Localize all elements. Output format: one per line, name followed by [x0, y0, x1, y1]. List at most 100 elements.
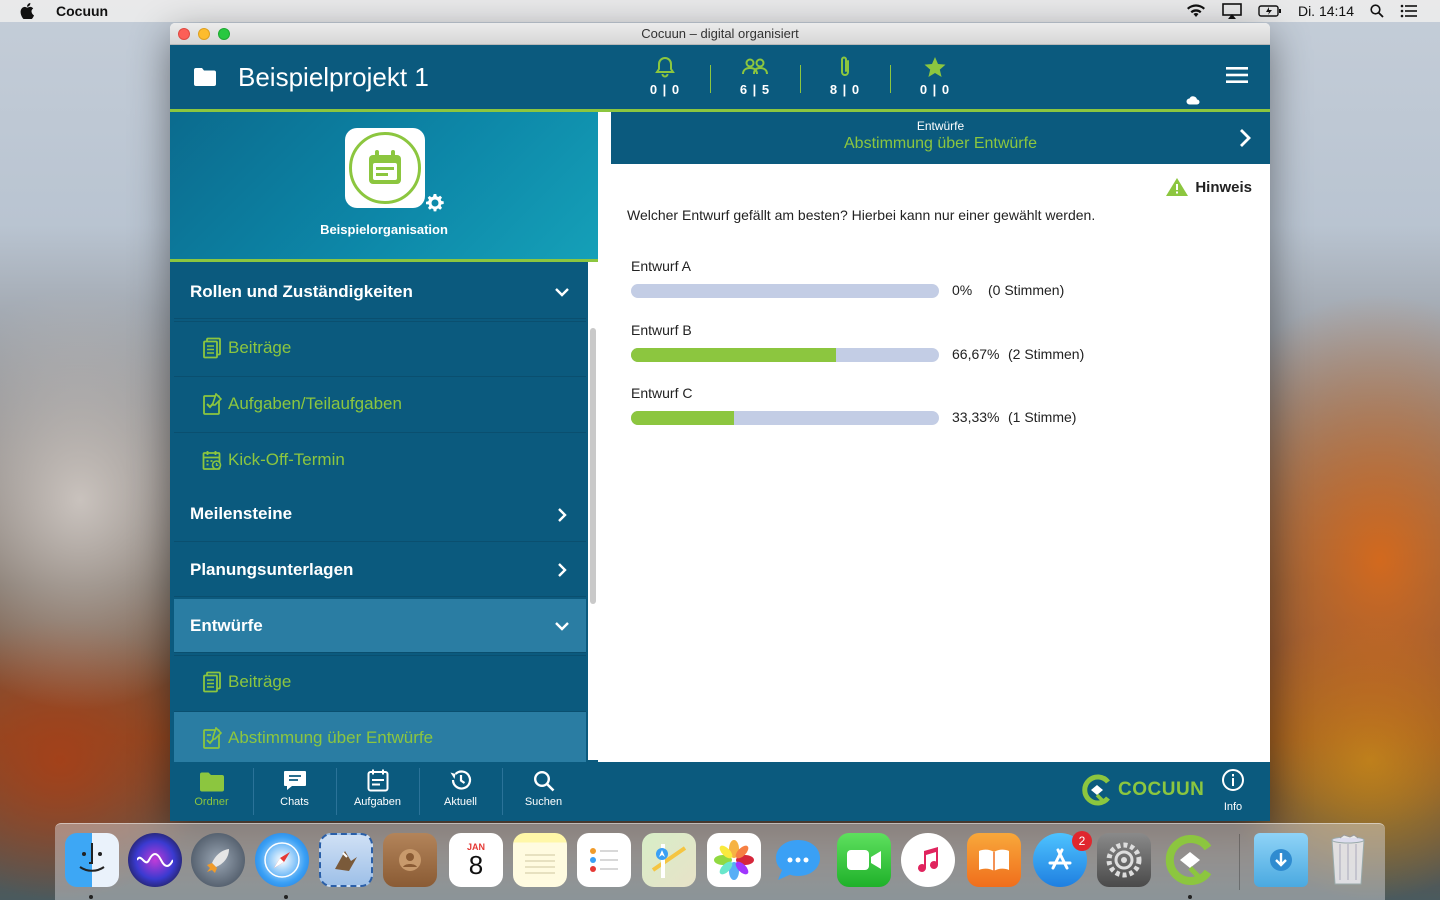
mail-icon[interactable]	[319, 833, 373, 887]
chevron-right-icon[interactable]	[1238, 128, 1252, 148]
poll-option-bar-fill	[631, 411, 734, 425]
sidebar-item-beitraege-2[interactable]: Beiträge	[174, 654, 586, 709]
sidebar-item-planungsunterlagen[interactable]: Planungsunterlagen	[174, 543, 586, 598]
star-icon	[924, 57, 946, 77]
poll-option-a[interactable]: Entwurf A 0% (0 Stimmen)	[631, 258, 1251, 298]
menubar-clock[interactable]: Di. 14:14	[1298, 3, 1354, 19]
downloads-folder-icon[interactable]	[1254, 833, 1308, 887]
macos-dock: JAN 8 2	[55, 823, 1385, 900]
macos-menubar: Cocuun Di. 14:14	[0, 0, 1440, 22]
calendar-app-icon[interactable]: JAN 8	[449, 833, 503, 887]
sidebar-item-entwuerfe[interactable]: Entwürfe	[174, 599, 586, 654]
history-icon	[450, 770, 471, 790]
chevron-down-icon	[555, 288, 569, 297]
info-label: Info	[1223, 801, 1243, 813]
maps-icon[interactable]	[642, 833, 696, 887]
chevron-right-icon	[558, 563, 567, 578]
apple-icon[interactable]	[20, 3, 36, 19]
bottom-nav-aufgaben[interactable]: Aufgaben	[336, 762, 419, 821]
poll-option-bar-fill	[631, 348, 837, 362]
sidebar-item-aufgaben[interactable]: Aufgaben/Teilaufgaben	[174, 376, 586, 431]
bottom-nav-suchen[interactable]: Suchen	[502, 762, 585, 821]
finder-icon[interactable]	[65, 833, 119, 887]
menubar-app-name[interactable]: Cocuun	[56, 3, 108, 19]
bottom-nav-ordner[interactable]: Ordner	[170, 762, 253, 821]
sidebar-item-kick-off[interactable]: Kick-Off-Termin	[174, 432, 586, 487]
poll-option-name: Entwurf B	[631, 322, 692, 338]
gear-icon[interactable]	[426, 194, 444, 212]
stat-notifications[interactable]: 0 | 0	[620, 55, 710, 97]
battery-icon[interactable]	[1258, 5, 1282, 17]
breadcrumb[interactable]: Entwürfe	[611, 112, 1270, 133]
spotlight-icon[interactable]	[1370, 4, 1384, 18]
bottom-nav-label: Aktuell	[443, 796, 478, 808]
stat-favorites-count: 0 | 0	[919, 82, 951, 97]
stat-attachments-count: 8 | 0	[829, 82, 861, 97]
trash-icon[interactable]	[1321, 833, 1375, 887]
running-indicator	[284, 895, 288, 899]
content-header: Entwürfe Abstimmung über Entwürfe	[611, 112, 1270, 164]
calendar-icon	[369, 150, 401, 184]
wifi-icon[interactable]	[1186, 4, 1206, 18]
info-icon	[1222, 769, 1244, 791]
cocuun-app-icon[interactable]	[1163, 833, 1217, 887]
minimize-window-button[interactable]	[198, 28, 210, 40]
header-stats: 0 | 0 6 | 5 8 | 0 0 | 0	[620, 55, 980, 97]
system-preferences-icon[interactable]	[1097, 833, 1151, 887]
bottom-nav-chats[interactable]: Chats	[253, 762, 336, 821]
sidebar-item-label: Meilensteine	[190, 504, 293, 524]
sidebar-item-abstimmung[interactable]: Abstimmung über Entwürfe	[174, 710, 586, 765]
organisation-logo[interactable]	[345, 128, 425, 208]
poll-option-votes: (1 Stimme)	[1008, 409, 1077, 425]
stat-members-count: 6 | 5	[739, 82, 771, 97]
facetime-icon[interactable]	[837, 833, 891, 887]
posts-icon	[203, 337, 221, 359]
sidebar-item-label: Abstimmung über Entwürfe	[228, 728, 434, 747]
ibooks-icon[interactable]	[967, 833, 1021, 887]
launchpad-icon[interactable]	[191, 833, 245, 887]
info-button[interactable]: Info	[1218, 768, 1248, 813]
airplay-icon[interactable]	[1222, 3, 1242, 19]
poll-option-percent: 0%	[952, 282, 973, 298]
poll-option-b[interactable]: Entwurf B 66,67% (2 Stimmen)	[631, 322, 1251, 362]
project-title[interactable]: Beispielprojekt 1	[238, 62, 429, 93]
messages-icon[interactable]	[771, 833, 825, 887]
stat-members[interactable]: 6 | 5	[710, 55, 800, 97]
bottom-nav-label: Chats	[280, 796, 309, 808]
bottom-nav-aktuell[interactable]: Aktuell	[419, 762, 502, 821]
chevron-down-icon	[555, 622, 569, 631]
cocuun-brand: COCUUN	[1082, 774, 1204, 806]
sidebar-item-meilensteine[interactable]: Meilensteine	[174, 487, 586, 542]
zoom-window-button[interactable]	[218, 28, 230, 40]
menu-icon[interactable]	[1226, 67, 1248, 83]
chevron-right-icon	[558, 507, 567, 522]
hint-button[interactable]: Hinweis	[1165, 177, 1252, 197]
sidebar-item-rollen[interactable]: Rollen und Zuständigkeiten	[174, 265, 586, 319]
close-window-button[interactable]	[178, 28, 190, 40]
poll-option-bar	[631, 348, 939, 362]
sidebar-item-label: Entwürfe	[190, 615, 263, 635]
photos-icon[interactable]	[707, 833, 761, 887]
tasks-icon	[367, 769, 388, 792]
folder-icon	[194, 68, 216, 86]
app-header: Beispielprojekt 1 0 | 0 6 | 5 8 | 0 0 | …	[170, 45, 1270, 112]
siri-icon[interactable]	[128, 833, 182, 887]
notification-center-icon[interactable]	[1400, 4, 1418, 18]
content-pane: Entwürfe Abstimmung über Entwürfe Hinwei…	[611, 112, 1270, 762]
contacts-icon[interactable]	[383, 833, 437, 887]
notes-icon[interactable]	[513, 833, 567, 887]
itunes-icon[interactable]	[901, 833, 955, 887]
reminders-icon[interactable]	[577, 833, 631, 887]
window-titlebar[interactable]: Cocuun – digital organisiert	[170, 23, 1270, 45]
safari-icon[interactable]	[255, 833, 309, 887]
poll-option-c[interactable]: Entwurf C 33,33% (1 Stimme)	[631, 385, 1251, 425]
sidebar-item-beitraege-1[interactable]: Beiträge	[174, 320, 586, 375]
poll-option-percent: 66,67%	[952, 346, 1000, 362]
poll-question: Welcher Entwurf gefällt am besten? Hierb…	[627, 207, 1096, 223]
cloud-sync-icon[interactable]	[1186, 95, 1200, 105]
stat-favorites[interactable]: 0 | 0	[890, 55, 980, 97]
hint-label: Hinweis	[1195, 178, 1252, 196]
stat-attachments[interactable]: 8 | 0	[800, 55, 890, 97]
organisation-name: Beispielorganisation	[320, 222, 448, 237]
sidebar-scrollbar-thumb[interactable]	[590, 328, 596, 604]
